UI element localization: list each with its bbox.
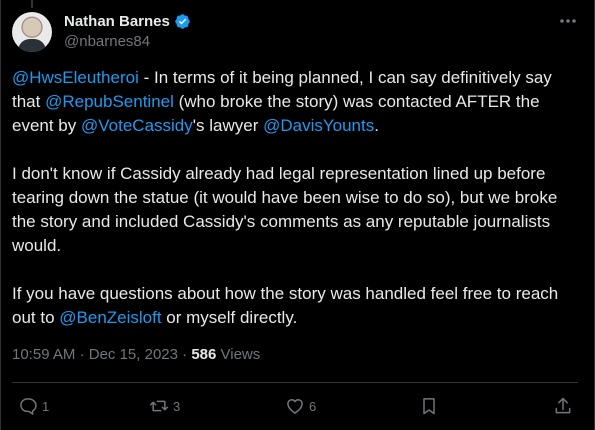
views-label: Views (220, 346, 261, 363)
mention-link[interactable]: @VoteCassidy (81, 116, 193, 135)
repost-count: 3 (173, 398, 181, 414)
more-options-icon[interactable] (556, 11, 580, 31)
mention-link[interactable]: @DavisYounts (263, 116, 374, 135)
mention-link[interactable]: @BenZeisloft (59, 308, 161, 327)
like-button[interactable]: 6 (285, 394, 316, 418)
mention-link[interactable]: @RepubSentinel (45, 92, 174, 111)
share-button[interactable] (553, 394, 573, 418)
tweet-text: @HwsEleutheroi - In terms of it being pl… (12, 66, 580, 330)
tweet-text-segment: or myself directly. (161, 308, 298, 327)
author-handle[interactable]: @nbarnes84 (64, 33, 150, 50)
tweet-text-segment: I don't know if Cassidy already had lega… (12, 164, 558, 255)
reply-icon (20, 398, 37, 416)
heart-icon (287, 399, 303, 414)
mention-link[interactable]: @HwsEleutheroi (12, 68, 139, 87)
meta-separator: · (79, 346, 85, 363)
tweet-paragraph: If you have questions about how the stor… (12, 282, 580, 330)
tweet-text-segment: . (374, 116, 379, 135)
tweet-paragraph: I don't know if Cassidy already had lega… (12, 162, 580, 258)
reply-count: 1 (42, 398, 50, 414)
author-name[interactable]: Nathan Barnes (64, 13, 170, 30)
bookmark-icon (423, 398, 435, 415)
repost-button[interactable]: 3 (149, 394, 180, 418)
meta-separator: · (182, 346, 188, 363)
tweet-text-segment: 's lawyer (192, 116, 264, 135)
tweet-date[interactable]: Dec 15, 2023 (89, 346, 178, 363)
tweet-time[interactable]: 10:59 AM (12, 346, 75, 363)
tweet-paragraph: @HwsEleutheroi - In terms of it being pl… (12, 66, 580, 138)
avatar[interactable] (12, 12, 52, 52)
views-count[interactable]: 586 (191, 346, 216, 363)
repost-icon (149, 400, 169, 412)
thread-connector-line (31, 0, 33, 8)
verified-badge-icon[interactable] (174, 13, 191, 30)
tweet-meta: 10:59 AM · Dec 15, 2023 · 586 Views (12, 346, 260, 363)
share-icon (555, 397, 571, 414)
bookmark-button[interactable] (419, 394, 439, 418)
reply-button[interactable]: 1 (18, 394, 49, 418)
divider (12, 382, 578, 383)
like-count: 6 (309, 398, 317, 414)
left-border (0, 0, 1, 430)
